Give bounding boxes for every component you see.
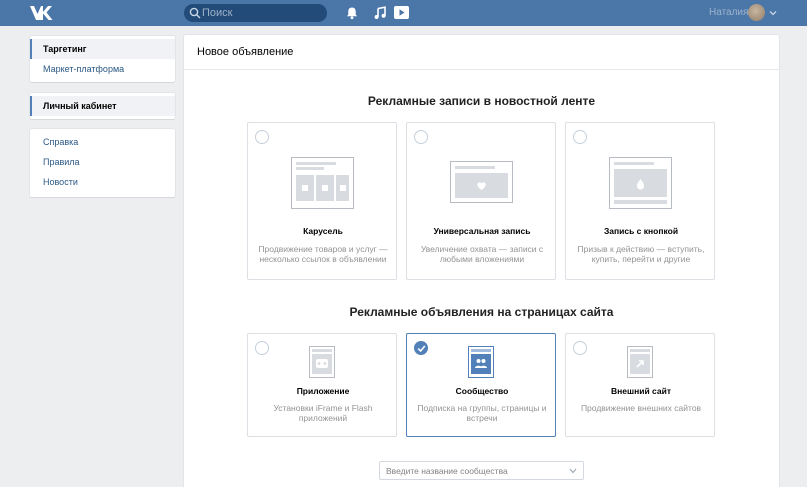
user-name: Наталия [709,7,749,18]
radio-external-site[interactable] [573,341,587,355]
community-select[interactable]: Введите название сообщества [379,461,584,480]
sidebar-group-ads: Таргетинг Маркет-платформа [30,36,175,82]
sidebar-item-market-platform[interactable]: Маркет-платформа [30,59,175,79]
ad-format-card-app[interactable]: Приложение Установки iFrame и Flash прил… [247,333,397,437]
radio-carousel[interactable] [255,130,269,144]
ad-format-card-external-site[interactable]: Внешний сайт Продвижение внешних сайтов [565,333,715,437]
radio-universal[interactable] [414,130,428,144]
sidebar-item-help[interactable]: Справка [30,132,175,152]
top-header: Наталия [0,0,807,26]
sidebar-item-news[interactable]: Новости [30,172,175,192]
universal-post-illustration [450,161,513,203]
avatar[interactable] [748,4,765,21]
radio-community[interactable] [414,341,428,355]
carousel-illustration [291,157,354,209]
sidebar-item-rules[interactable]: Правила [30,152,175,172]
sidebar-group-account: Личный кабинет [30,93,175,119]
video-play-icon[interactable] [394,6,409,19]
card-title: Приложение [296,386,350,396]
radio-app[interactable] [255,341,269,355]
card-title: Универсальная запись [433,226,531,236]
ad-format-card-universal[interactable]: Универсальная запись Увеличение охвата —… [406,122,556,280]
chevron-down-icon [769,11,777,16]
search-icon [189,7,201,19]
card-title: Сообщество [455,386,509,396]
sidebar-item-targeting[interactable]: Таргетинг [30,39,175,59]
music-icon[interactable] [373,6,387,20]
radio-button-post[interactable] [573,130,587,144]
card-title: Запись с кнопкой [603,226,679,236]
ad-format-card-carousel[interactable]: Карусель Продвижение товаров и услуг — н… [247,122,397,280]
vk-logo[interactable] [29,5,53,21]
chevron-down-icon [569,468,577,474]
card-description: Увеличение охвата — записи с любыми влож… [420,244,544,264]
section-title-site-ads: Рекламные объявления на страницах сайта [349,305,614,319]
card-description: Установки iFrame и Flash приложений [273,403,373,423]
sidebar-group-info: Справка Правила Новости [30,129,175,197]
main-header: Новое объявление [184,35,779,70]
card-description: Подписка на группы, страницы и встречи [417,403,547,423]
search-box[interactable] [184,4,327,22]
card-description: Призыв к действию — вступить, купить, пе… [577,244,705,264]
external-site-icon [627,346,653,378]
card-description: Продвижение внешних сайтов [580,403,702,413]
card-description: Продвижение товаров и услуг — несколько … [258,244,388,264]
button-post-illustration [609,157,672,209]
community-icon [468,346,494,378]
sidebar-item-personal-cabinet[interactable]: Личный кабинет [30,96,175,116]
community-select-placeholder: Введите название сообщества [386,466,508,476]
app-icon [309,346,335,378]
ad-format-card-button-post[interactable]: Запись с кнопкой Призыв к действию — вст… [565,122,715,280]
card-title: Карусель [303,226,343,236]
ad-format-card-community[interactable]: Сообщество Подписка на группы, страницы … [406,333,556,437]
card-title: Внешний сайт [611,386,671,396]
bell-icon[interactable] [345,6,359,20]
search-input[interactable] [202,4,322,22]
section-title-feed-ads: Рекламные записи в новостной ленте [367,94,596,108]
page-title: Новое объявление [197,46,294,58]
main-panel: Новое объявление Рекламные записи в ново… [184,35,779,487]
checkmark-icon [417,345,426,353]
